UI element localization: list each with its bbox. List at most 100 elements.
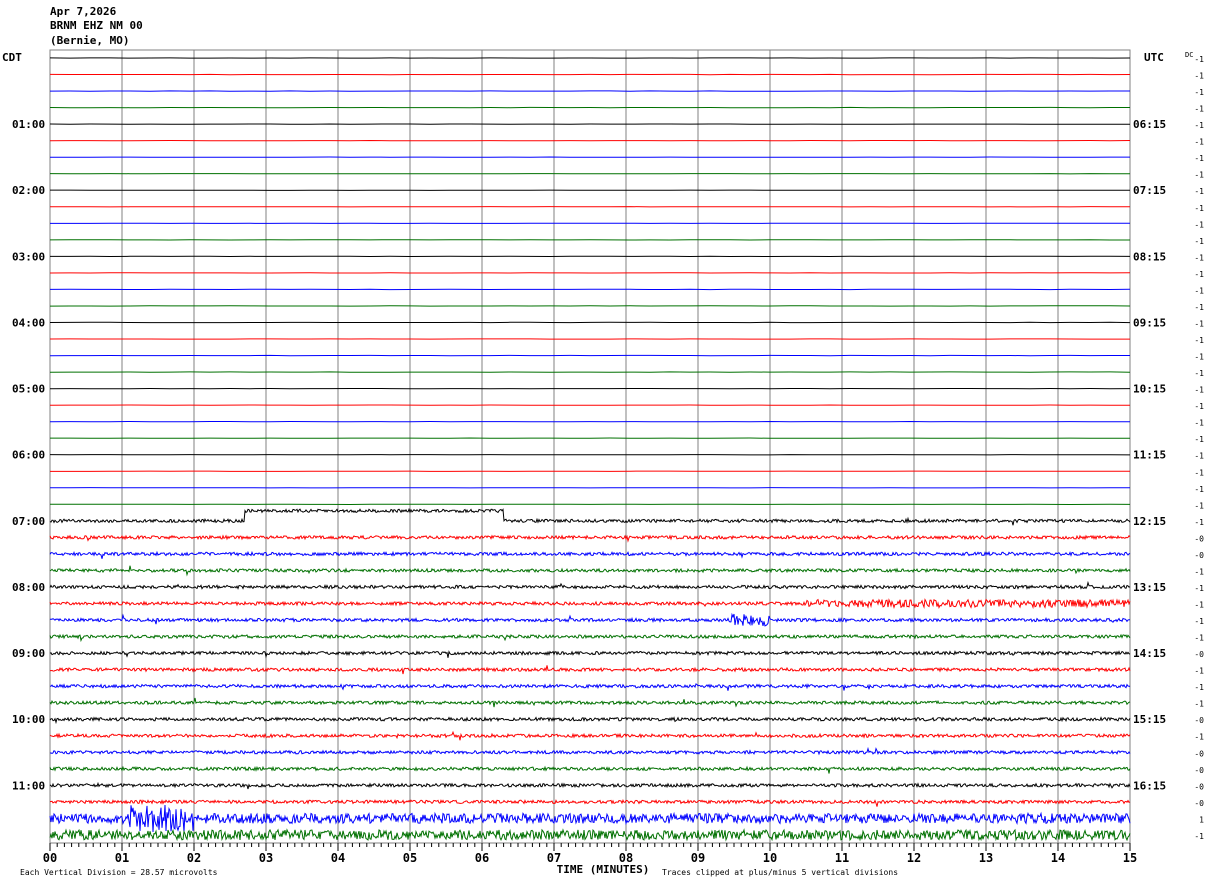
dc-offset-label: -1 bbox=[1194, 369, 1204, 378]
dc-offset-label: -1 bbox=[1194, 220, 1204, 229]
dc-offset-label: -1 bbox=[1194, 832, 1204, 841]
right-hour-label: 08:15 bbox=[1133, 250, 1166, 263]
trace-row-41 bbox=[50, 732, 1130, 740]
left-hour-label: 11:00 bbox=[12, 779, 45, 792]
trace-row-32 bbox=[50, 583, 1130, 589]
plot-frame bbox=[50, 50, 1130, 843]
dc-offset-label: -1 bbox=[1194, 402, 1204, 411]
dc-offset-label: -1 bbox=[1194, 733, 1204, 742]
scale-note: Each Vertical Division = 28.57 microvolt… bbox=[20, 868, 218, 877]
x-tick-label: 09 bbox=[691, 851, 705, 865]
left-hour-label: 09:00 bbox=[12, 647, 45, 660]
x-axis-label: TIME (MINUTES) bbox=[557, 863, 650, 876]
dc-offset-label: -1 bbox=[1194, 386, 1204, 395]
x-tick-label: 04 bbox=[331, 851, 345, 865]
trace-row-33 bbox=[50, 600, 1130, 608]
dc-offset-label: -1 bbox=[1194, 55, 1204, 64]
dc-offset-label: -1 bbox=[1194, 105, 1204, 114]
x-tick-label: 12 bbox=[907, 851, 921, 865]
dc-offset-label: -1 bbox=[1194, 600, 1204, 609]
dc-offset-label: -1 bbox=[1194, 319, 1204, 328]
dc-label: DC bbox=[1185, 51, 1193, 59]
dc-offset-label: -0 bbox=[1194, 551, 1204, 560]
left-timezone-label: CDT bbox=[2, 51, 22, 64]
trace-row-43 bbox=[50, 767, 1130, 773]
right-hour-label: 13:15 bbox=[1133, 581, 1166, 594]
trace-row-34 bbox=[50, 614, 1130, 626]
dc-offset-label: -1 bbox=[1194, 683, 1204, 692]
x-tick-label: 10 bbox=[763, 851, 777, 865]
dc-offset-label: -1 bbox=[1194, 187, 1204, 196]
right-hour-label: 07:15 bbox=[1133, 184, 1166, 197]
dc-offset-label: -1 bbox=[1194, 667, 1204, 676]
x-tick-label: 02 bbox=[187, 851, 201, 865]
trace-row-36 bbox=[50, 652, 1130, 658]
x-tick-label: 14 bbox=[1051, 851, 1065, 865]
dc-offset-label: -0 bbox=[1194, 799, 1204, 808]
left-hour-label: 05:00 bbox=[12, 383, 45, 396]
right-hour-label: 11:15 bbox=[1133, 449, 1166, 462]
dc-offset-label: -0 bbox=[1194, 534, 1204, 543]
dc-offset-label: -1 bbox=[1194, 700, 1204, 709]
right-hour-label: 10:15 bbox=[1133, 383, 1166, 396]
dc-offset-label: -0 bbox=[1194, 650, 1204, 659]
dc-offset-label: -1 bbox=[1194, 501, 1204, 510]
trace-row-38 bbox=[50, 684, 1130, 691]
dc-offset-label: -1 bbox=[1194, 634, 1204, 643]
helicorder-plot: 00 01 02 03 04 05 06 07 08 09 10 11 12 13 14 15TIME (MI… bbox=[0, 0, 1210, 886]
dc-offset-label: -1 bbox=[1194, 138, 1204, 147]
dc-offset-label: -1 bbox=[1194, 286, 1204, 295]
trace-row-28 bbox=[50, 509, 1130, 525]
dc-offset-label: -1 bbox=[1194, 88, 1204, 97]
dc-offset-label: -1 bbox=[1194, 171, 1204, 180]
right-hour-label: 16:15 bbox=[1133, 779, 1166, 792]
x-tick-label: 00 bbox=[43, 851, 57, 865]
trace-row-42 bbox=[50, 749, 1130, 754]
dc-offset-label: -1 bbox=[1194, 435, 1204, 444]
dc-offset-label: -0 bbox=[1194, 782, 1204, 791]
dc-offset-label: -1 bbox=[1194, 584, 1204, 593]
left-hour-label: 02:00 bbox=[12, 184, 45, 197]
left-hour-label: 10:00 bbox=[12, 713, 45, 726]
clip-note: Traces clipped at plus/minus 5 vertical … bbox=[662, 868, 898, 877]
x-tick-label: 01 bbox=[115, 851, 129, 865]
trace-row-39 bbox=[50, 698, 1130, 707]
left-hour-label: 04:00 bbox=[12, 316, 45, 329]
dc-offset-label: -1 bbox=[1194, 121, 1204, 130]
dc-offset-label: 1 bbox=[1199, 815, 1204, 824]
trace-row-37 bbox=[50, 665, 1130, 674]
x-tick-label: 03 bbox=[259, 851, 273, 865]
trace-row-35 bbox=[50, 635, 1130, 640]
trace-row-31 bbox=[50, 566, 1130, 575]
dc-offset-label: -0 bbox=[1194, 749, 1204, 758]
dc-offset-label: -1 bbox=[1194, 72, 1204, 81]
dc-offset-label: -0 bbox=[1194, 716, 1204, 725]
dc-offset-label: -1 bbox=[1194, 518, 1204, 527]
right-timezone-label: UTC bbox=[1144, 51, 1164, 64]
x-tick-label: 13 bbox=[979, 851, 993, 865]
dc-offset-label: -1 bbox=[1194, 567, 1204, 576]
dc-offset-label: -1 bbox=[1194, 336, 1204, 345]
right-hour-label: 12:15 bbox=[1133, 515, 1166, 528]
dc-offset-label: -1 bbox=[1194, 154, 1204, 163]
trace-row-46 bbox=[50, 805, 1130, 832]
dc-offset-label: -0 bbox=[1194, 766, 1204, 775]
left-hour-label: 03:00 bbox=[12, 250, 45, 263]
dc-offset-label: -1 bbox=[1194, 353, 1204, 362]
dc-offset-label: -1 bbox=[1194, 468, 1204, 477]
trace-row-45 bbox=[50, 800, 1130, 806]
trace-row-44 bbox=[50, 783, 1130, 789]
right-hour-label: 09:15 bbox=[1133, 316, 1166, 329]
trace-row-29 bbox=[50, 536, 1130, 541]
trace-row-40 bbox=[50, 718, 1130, 723]
x-tick-label: 05 bbox=[403, 851, 417, 865]
dc-offset-label: -1 bbox=[1194, 237, 1204, 246]
left-hour-label: 08:00 bbox=[12, 581, 45, 594]
right-hour-label: 06:15 bbox=[1133, 118, 1166, 131]
right-hour-label: 15:15 bbox=[1133, 713, 1166, 726]
dc-offset-label: -1 bbox=[1194, 617, 1204, 626]
x-tick-label: 15 bbox=[1123, 851, 1137, 865]
left-hour-label: 01:00 bbox=[12, 118, 45, 131]
dc-offset-label: -1 bbox=[1194, 419, 1204, 428]
dc-offset-label: -1 bbox=[1194, 452, 1204, 461]
